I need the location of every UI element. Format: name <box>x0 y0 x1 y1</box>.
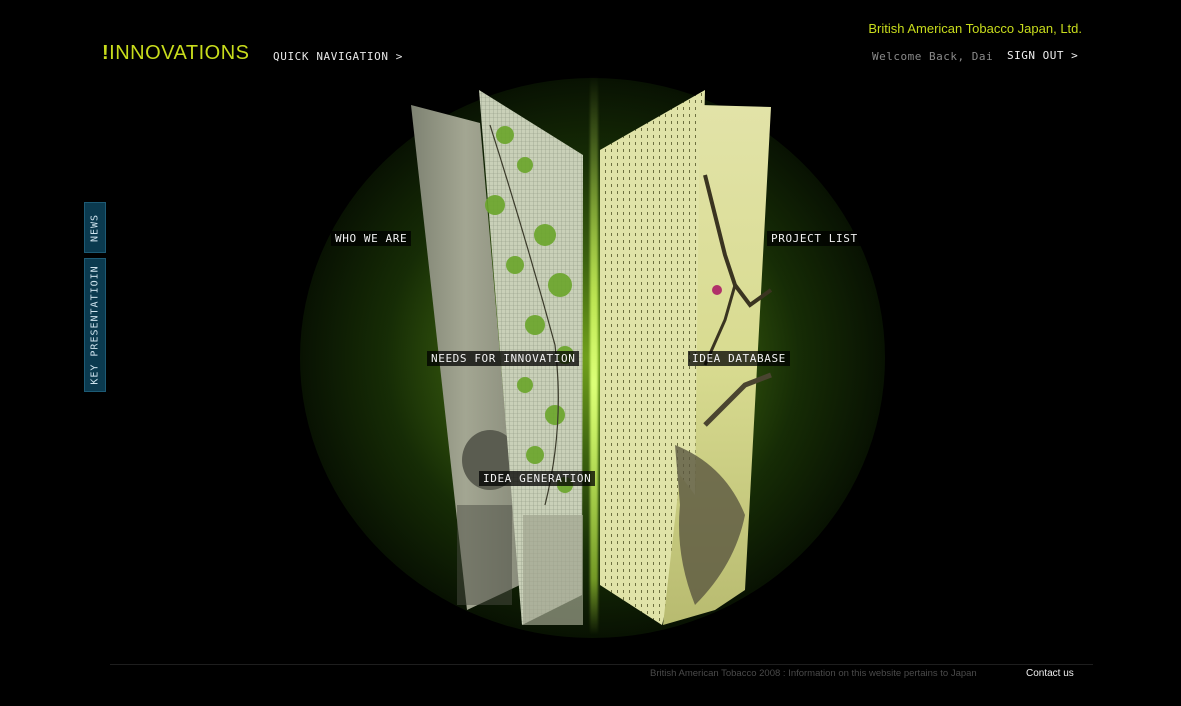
welcome-text: Welcome Back, Dai <box>872 50 994 63</box>
news-tab-label: NEWS <box>89 213 101 242</box>
innovations-logo[interactable]: !INNOVATIONS <box>102 42 250 65</box>
logo-text: INNOVATIONS <box>109 42 250 64</box>
nav-project-list[interactable]: PROJECT LIST <box>767 231 862 246</box>
footer-copyright: British American Tobacco 2008 : Informat… <box>650 668 977 679</box>
sign-out-link[interactable]: SIGN OUT > <box>1007 49 1078 62</box>
nav-needs-for-innovation[interactable]: NEEDS FOR INNOVATION <box>427 351 580 366</box>
key-presentation-tab[interactable]: KEY PRESENTATIOIN <box>84 258 106 392</box>
company-name: British American Tobacco Japan, Ltd. <box>868 21 1082 36</box>
nav-who-we-are[interactable]: WHO WE ARE <box>331 231 412 246</box>
nav-idea-generation[interactable]: IDEA GENERATION <box>479 471 596 486</box>
innovations-page: !INNOVATIONS QUICK NAVIGATION > British … <box>0 0 1181 706</box>
light-beam <box>590 75 598 635</box>
key-presentation-tab-label: KEY PRESENTATIOIN <box>89 265 101 385</box>
contact-us-link[interactable]: Contact us <box>1026 668 1074 679</box>
nav-idea-database[interactable]: IDEA DATABASE <box>688 351 790 366</box>
quick-navigation-link[interactable]: QUICK NAVIGATION > <box>273 50 403 63</box>
news-tab[interactable]: NEWS <box>84 202 106 253</box>
footer-divider <box>110 664 1093 665</box>
